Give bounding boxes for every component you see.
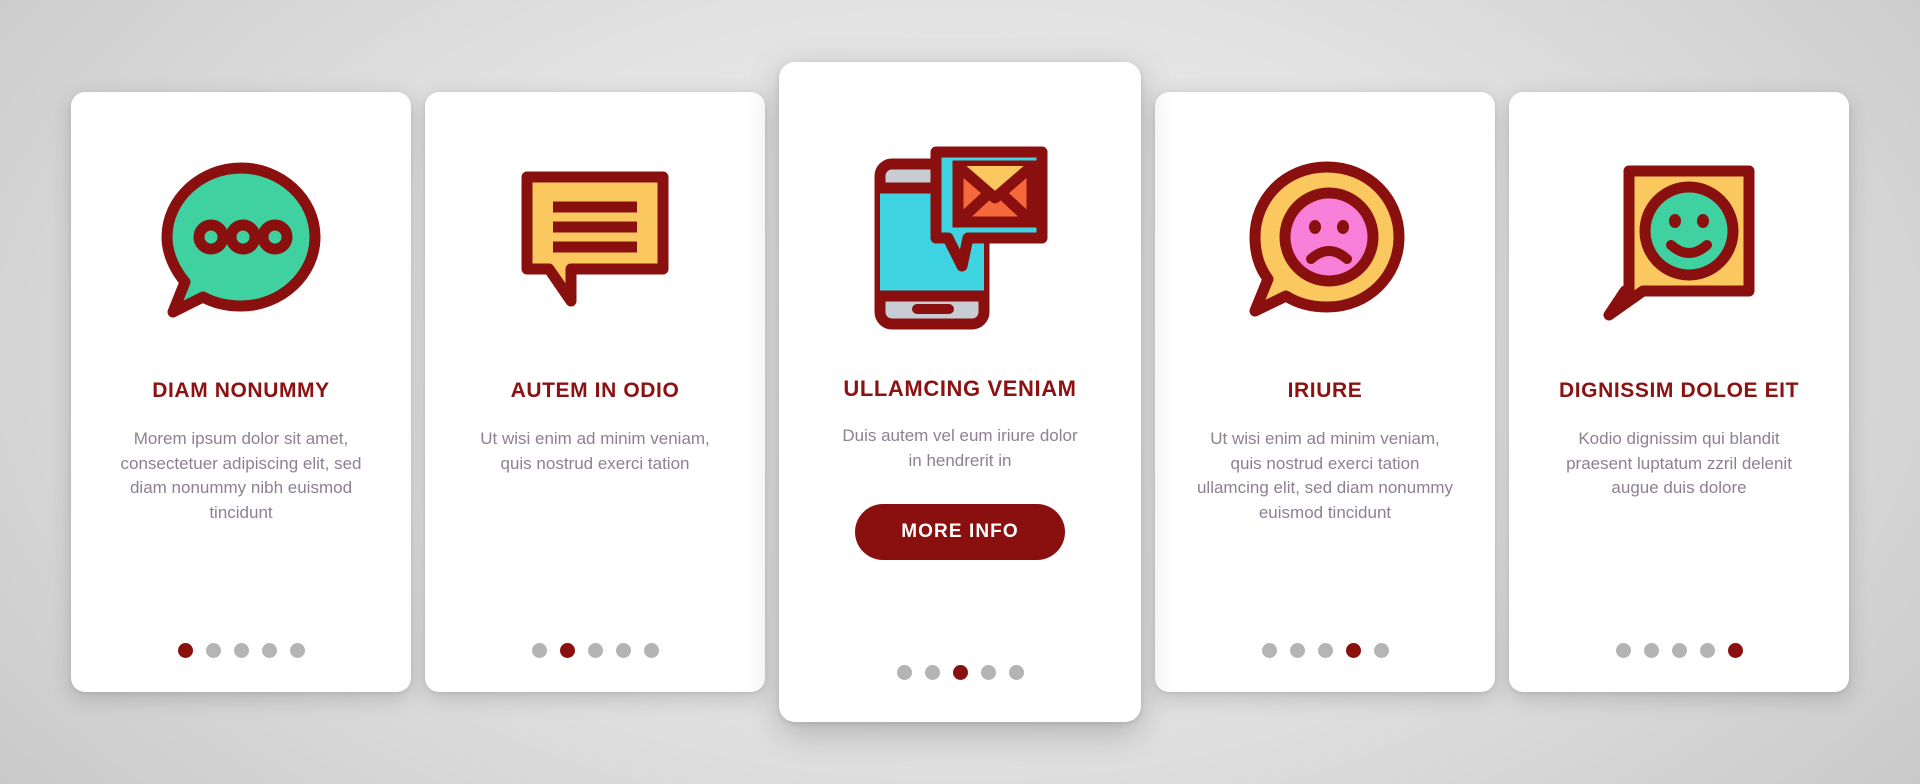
happy-face-bubble-icon (1531, 126, 1827, 356)
pagination-dots[interactable] (425, 643, 765, 658)
card-description: Morem ipsum dolor sit amet, consectetuer… (120, 429, 362, 523)
pagination-dots[interactable] (1509, 643, 1849, 658)
pagination-dot[interactable] (615, 643, 631, 658)
onboarding-card-1[interactable]: DIAM NONUMMY Morem ipsum dolor sit amet,… (71, 92, 411, 692)
pagination-dots[interactable] (71, 643, 411, 658)
pagination-dot[interactable] (205, 643, 221, 658)
pagination-dots[interactable] (779, 665, 1141, 680)
speech-bubble-dots-icon (93, 126, 389, 356)
pagination-dot[interactable] (177, 643, 193, 658)
onboarding-carousel: DIAM NONUMMY Morem ipsum dolor sit amet,… (0, 0, 1920, 784)
pagination-dot[interactable] (233, 643, 249, 658)
pagination-dot[interactable] (1261, 643, 1277, 658)
pagination-dot[interactable] (1289, 643, 1305, 658)
pagination-dot[interactable] (1671, 643, 1687, 658)
card-description: Ut wisi enim ad minim veniam, quis nostr… (1196, 429, 1454, 523)
speech-bubble-lines-icon (447, 126, 743, 356)
card-title: IRIURE (1287, 379, 1363, 402)
pagination-dot[interactable] (1615, 643, 1631, 658)
pagination-dot[interactable] (587, 643, 603, 658)
more-info-button[interactable]: MORE INFO (855, 503, 1065, 560)
pagination-dot[interactable] (261, 643, 277, 658)
card-title: ULLAMCING VENIAM (843, 376, 1077, 401)
pagination-dot[interactable] (1317, 643, 1333, 658)
onboarding-card-3[interactable]: ULLAMCING VENIAM Duis autem vel eum iriu… (779, 62, 1141, 722)
onboarding-card-4[interactable]: IRIURE Ut wisi enim ad minim veniam, qui… (1155, 92, 1495, 692)
pagination-dot[interactable] (1727, 643, 1743, 658)
pagination-dot[interactable] (1699, 643, 1715, 658)
pagination-dot[interactable] (289, 643, 305, 658)
pagination-dot[interactable] (1008, 665, 1024, 680)
card-description: Duis autem vel eum iriure dolor in hendr… (842, 426, 1078, 471)
sad-face-bubble-icon (1177, 126, 1473, 356)
card-title: DIGNISSIM DOLOE EIT (1558, 379, 1800, 402)
pagination-dot[interactable] (924, 665, 940, 680)
pagination-dot[interactable] (1643, 643, 1659, 658)
pagination-dots[interactable] (1155, 643, 1495, 658)
card-title: AUTEM IN ODIO (510, 379, 680, 402)
pagination-dot[interactable] (559, 643, 575, 658)
pagination-dot[interactable] (531, 643, 547, 658)
card-title: DIAM NONUMMY (152, 379, 330, 402)
pagination-dot[interactable] (896, 665, 912, 680)
onboarding-card-5[interactable]: DIGNISSIM DOLOE EIT Kodio dignissim qui … (1509, 92, 1849, 692)
pagination-dot[interactable] (1345, 643, 1361, 658)
card-description: Kodio dignissim qui blandit praesent lup… (1566, 429, 1792, 498)
onboarding-card-2[interactable]: AUTEM IN ODIO Ut wisi enim ad minim veni… (425, 92, 765, 692)
pagination-dot[interactable] (952, 665, 968, 680)
pagination-dot[interactable] (1373, 643, 1389, 658)
phone-message-envelope-icon (801, 110, 1119, 360)
pagination-dot[interactable] (980, 665, 996, 680)
card-description: Ut wisi enim ad minim veniam, quis nostr… (480, 429, 710, 473)
pagination-dot[interactable] (643, 643, 659, 658)
